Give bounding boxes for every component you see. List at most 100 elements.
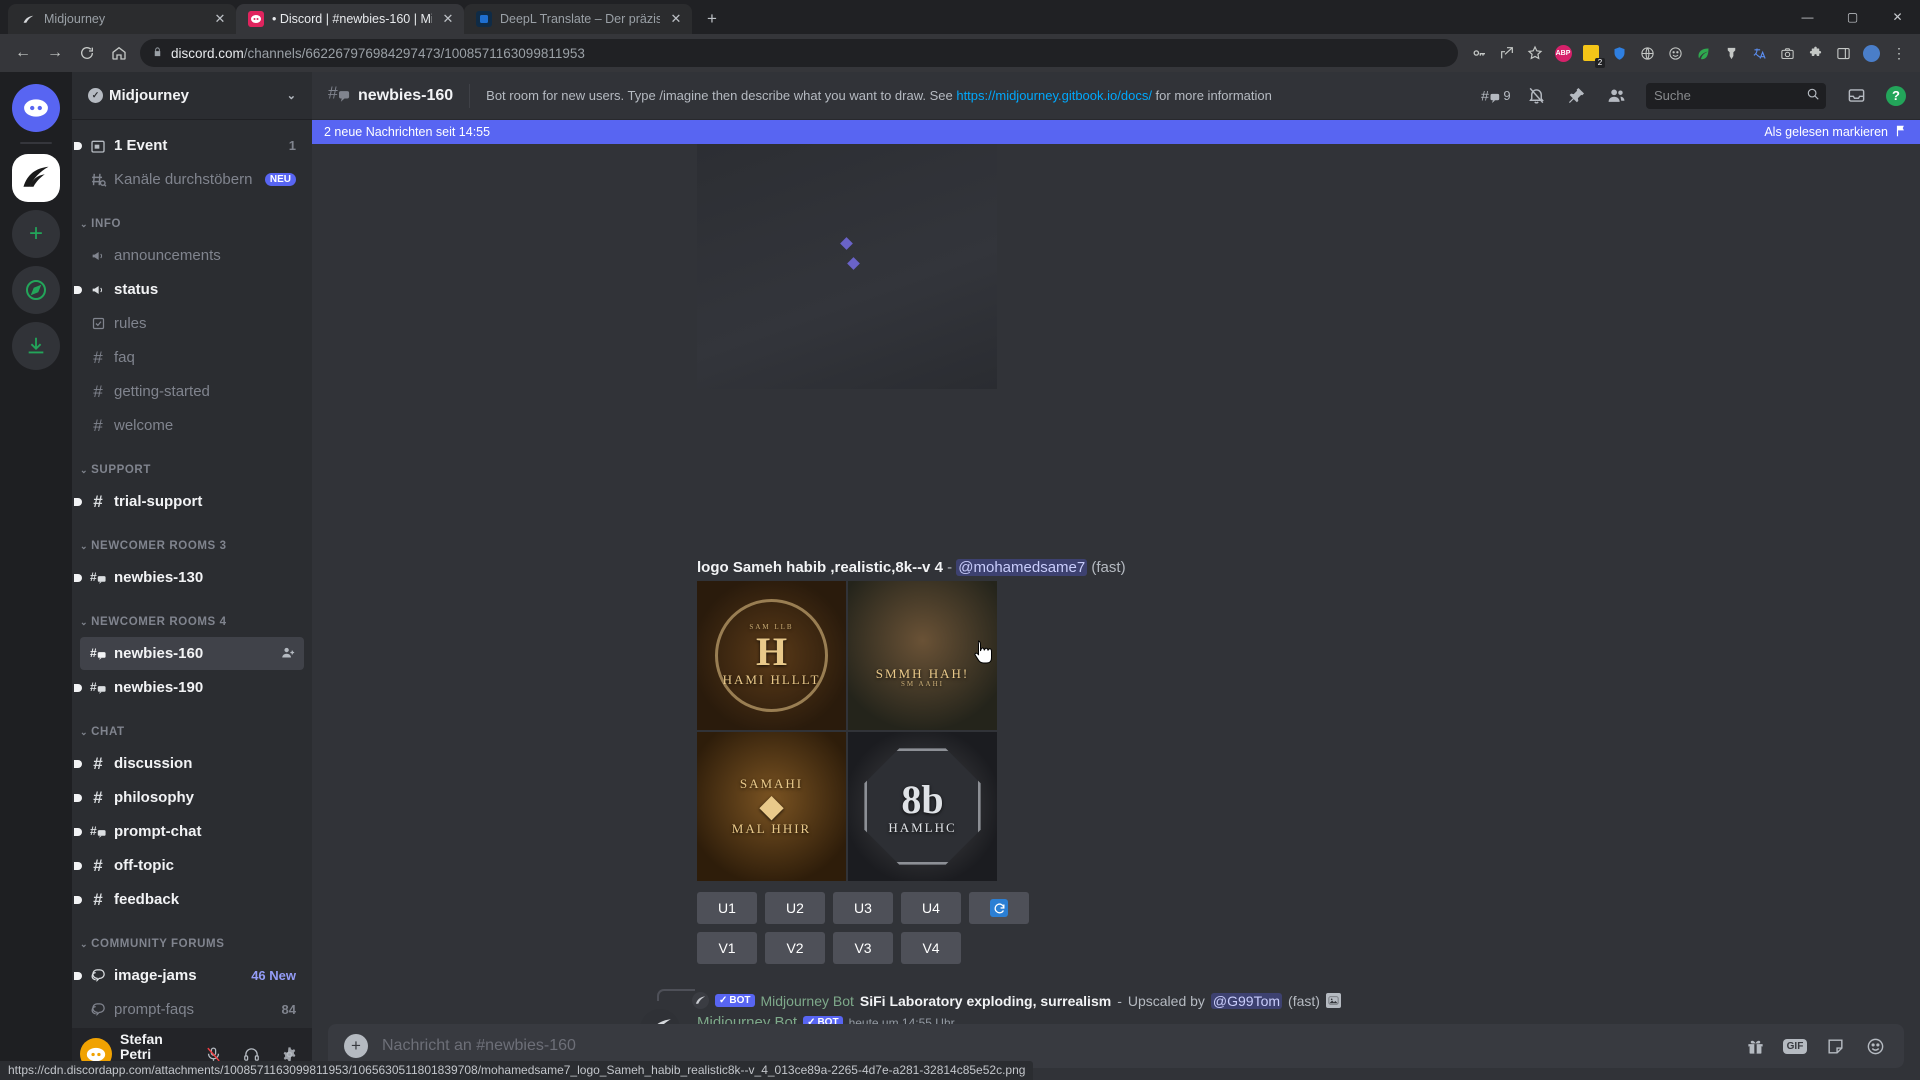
emoji-icon[interactable] xyxy=(1862,1033,1888,1059)
leaf-icon[interactable] xyxy=(1690,40,1716,66)
mark-read-flag-icon[interactable] xyxy=(1894,124,1908,141)
globe-icon[interactable] xyxy=(1634,40,1660,66)
variation-button-v4[interactable]: V4 xyxy=(901,932,961,964)
forward-icon[interactable]: → xyxy=(40,38,70,68)
upscale-button-u2[interactable]: U2 xyxy=(765,892,825,924)
reply-reference-row[interactable]: ✓ BOT Midjourney Bot SiFi Laboratory exp… xyxy=(692,992,1341,1009)
sidebar-item-rules[interactable]: rules xyxy=(80,307,304,340)
category-newcomer-rooms-4[interactable]: ⌄ NEWCOMER ROOMS 4 xyxy=(72,608,312,636)
pin-extension-icon[interactable] xyxy=(1718,40,1744,66)
notifications-muted-icon[interactable] xyxy=(1520,80,1552,112)
upscale-button-u4[interactable]: U4 xyxy=(901,892,961,924)
share-icon[interactable] xyxy=(1494,40,1520,66)
sticker-icon[interactable] xyxy=(1822,1033,1848,1059)
category-chat[interactable]: ⌄ CHAT xyxy=(72,718,312,746)
sidebar-item-prompt-faqs[interactable]: prompt-faqs 84 xyxy=(80,993,304,1026)
gif-icon[interactable]: GIF xyxy=(1782,1033,1808,1059)
grid-image-2[interactable]: SMMH HAH! SM AAHI xyxy=(848,581,997,730)
help-icon[interactable]: ? xyxy=(1880,80,1912,112)
close-icon[interactable]: ✕ xyxy=(212,11,228,27)
sidebar-item-events[interactable]: 1 Event 1 xyxy=(74,129,304,162)
discord-home-button[interactable] xyxy=(12,84,60,132)
message-input-placeholder[interactable]: Nachricht an #newbies-160 xyxy=(382,1037,1728,1055)
new-messages-banner[interactable]: 2 neue Nachrichten seit 14:55 Als gelese… xyxy=(312,120,1920,144)
new-tab-button[interactable]: + xyxy=(698,5,726,33)
server-midjourney-icon[interactable] xyxy=(12,154,60,202)
category-support[interactable]: ⌄ SUPPORT xyxy=(72,456,312,484)
browser-tab-midjourney[interactable]: Midjourney ✕ xyxy=(8,4,236,34)
guild-header[interactable]: ✓ Midjourney ⌄ xyxy=(72,72,312,120)
gift-icon[interactable] xyxy=(1742,1033,1768,1059)
category-info[interactable]: ⌄ INFO xyxy=(72,210,312,238)
sidebar-item-newbies-130[interactable]: # newbies-130 xyxy=(74,561,304,594)
explore-servers-icon[interactable] xyxy=(12,266,60,314)
user-mention[interactable]: @G99Tom xyxy=(1210,992,1283,1009)
address-bar[interactable]: discord.com/channels/662267976984297473/… xyxy=(140,39,1458,67)
bot-name[interactable]: Midjourney Bot xyxy=(761,993,854,1009)
home-icon[interactable] xyxy=(104,38,134,68)
sidebar-item-off-topic[interactable]: # off-topic xyxy=(74,849,304,882)
add-server-icon[interactable]: + xyxy=(12,210,60,258)
add-member-icon[interactable] xyxy=(281,645,296,663)
bookmark-star-icon[interactable] xyxy=(1522,40,1548,66)
topic-link[interactable]: https://midjourney.gitbook.io/docs/ xyxy=(956,88,1152,103)
sidebar-icon[interactable] xyxy=(1830,40,1856,66)
inbox-icon[interactable] xyxy=(1840,80,1872,112)
message-author[interactable]: Midjourney Bot xyxy=(697,1014,797,1024)
shield-icon[interactable] xyxy=(1606,40,1632,66)
add-attachment-icon[interactable]: + xyxy=(344,1034,368,1058)
sidebar-item-feedback[interactable]: # feedback xyxy=(74,883,304,916)
channel-list[interactable]: 1 Event 1 Kanäle durchstöbern NEU ⌄ INFO xyxy=(72,120,312,1028)
user-mention[interactable]: @mohamedsame7 xyxy=(956,559,1088,576)
puzzle-extension-icon[interactable] xyxy=(1802,40,1828,66)
camera-icon[interactable] xyxy=(1774,40,1800,66)
close-window-button[interactable]: ✕ xyxy=(1875,0,1920,34)
browser-menu-icon[interactable]: ⋮ xyxy=(1886,40,1912,66)
search-input[interactable]: Suche xyxy=(1646,82,1826,109)
sidebar-item-getting-started[interactable]: # getting-started xyxy=(80,375,304,408)
translate-icon[interactable] xyxy=(1746,40,1772,66)
extension-notes-icon[interactable]: 2 xyxy=(1578,40,1605,68)
password-key-icon[interactable] xyxy=(1466,40,1492,66)
previous-message-image[interactable] xyxy=(697,144,997,389)
sidebar-item-welcome[interactable]: # welcome xyxy=(80,409,304,442)
sidebar-item-faq[interactable]: # faq xyxy=(80,341,304,374)
sidebar-item-image-jams[interactable]: image-jams 46 New xyxy=(74,959,304,992)
variation-button-v3[interactable]: V3 xyxy=(833,932,893,964)
sidebar-item-status[interactable]: status xyxy=(74,273,304,306)
reroll-button[interactable] xyxy=(969,892,1029,924)
adblock-plus-icon[interactable]: ABP xyxy=(1550,40,1576,66)
smiley-icon[interactable] xyxy=(1662,40,1688,66)
maximize-button[interactable]: ▢ xyxy=(1830,0,1875,34)
member-list-icon[interactable] xyxy=(1600,80,1632,112)
upscale-button-row[interactable]: U1 U2 U3 U4 xyxy=(697,892,1029,924)
chevron-down-icon[interactable]: ⌄ xyxy=(287,89,296,102)
download-apps-icon[interactable] xyxy=(12,322,60,370)
browser-tab-discord[interactable]: • Discord | #newbies-160 | Midjo ✕ xyxy=(236,4,464,34)
reload-icon[interactable] xyxy=(72,38,102,68)
profile-avatar-icon[interactable] xyxy=(1858,40,1884,66)
close-icon[interactable]: ✕ xyxy=(440,11,456,27)
minimize-button[interactable]: — xyxy=(1785,0,1830,34)
back-icon[interactable]: ← xyxy=(8,38,38,68)
upscale-button-u1[interactable]: U1 xyxy=(697,892,757,924)
category-newcomer-rooms-3[interactable]: ⌄ NEWCOMER ROOMS 3 xyxy=(72,532,312,560)
generated-image-grid[interactable]: SAM LLB H HAMI HLLLT SMMH HAH! SM AAHI S… xyxy=(697,581,997,881)
sidebar-item-browse-channels[interactable]: Kanäle durchstöbern NEU xyxy=(80,163,304,196)
threads-icon[interactable]: # 9 xyxy=(1480,80,1512,112)
sidebar-item-prompt-chat[interactable]: # prompt-chat xyxy=(74,815,304,848)
sidebar-item-newbies-160[interactable]: # newbies-160 xyxy=(80,637,304,670)
upscale-button-u3[interactable]: U3 xyxy=(833,892,893,924)
sidebar-item-newbies-190[interactable]: # newbies-190 xyxy=(74,671,304,704)
message-list[interactable]: logo Sameh habib ,realistic,8k--v 4 - @m… xyxy=(312,144,1920,1024)
grid-image-3[interactable]: SAMAHI ◆ MAL HHIR xyxy=(697,732,846,881)
grid-image-4[interactable]: 8b HAMLHC xyxy=(848,732,997,881)
avatar[interactable] xyxy=(640,1009,680,1024)
browser-tab-deepl[interactable]: DeepL Translate – Der präziseste ✕ xyxy=(464,4,692,34)
variation-button-v1[interactable]: V1 xyxy=(697,932,757,964)
variation-button-v2[interactable]: V2 xyxy=(765,932,825,964)
category-community-forums[interactable]: ⌄ COMMUNITY FORUMS xyxy=(72,930,312,958)
variation-button-row[interactable]: V1 V2 V3 V4 xyxy=(697,932,961,964)
sidebar-item-trial-support[interactable]: # trial-support xyxy=(74,485,304,518)
grid-image-1[interactable]: SAM LLB H HAMI HLLLT xyxy=(697,581,846,730)
